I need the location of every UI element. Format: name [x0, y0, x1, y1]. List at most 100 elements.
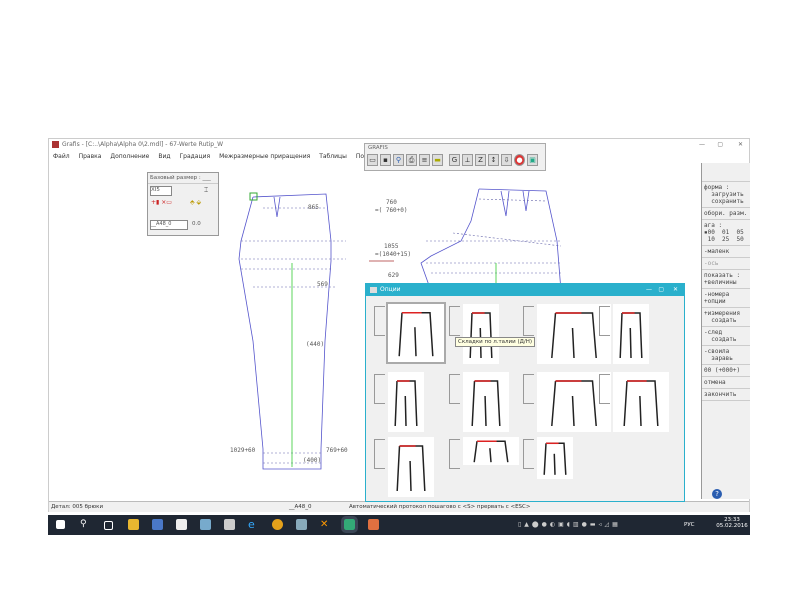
up-icon[interactable]: ⬘ ⬙	[190, 199, 201, 206]
trouser-option-icon	[473, 440, 509, 463]
dialog-close-button[interactable]: ✕	[673, 284, 678, 296]
option-side-marker	[523, 374, 534, 404]
dim-label: 865	[308, 204, 319, 211]
open-icon[interactable]: ▭	[367, 154, 378, 166]
option-side-marker	[599, 374, 610, 404]
tooltip: Складки по л.талии (Д/Н)	[455, 337, 536, 347]
grafis-toolbar: GRAFIS ▭ ▪ ⚲ ⎙ ≡ ▬ G ⟂ Z ↕ ⇩ ● ▣	[364, 143, 546, 171]
menu-grading[interactable]: Градация	[180, 151, 211, 162]
store-icon[interactable]	[176, 519, 187, 530]
edge-icon[interactable]: e	[248, 519, 259, 530]
grid-icon[interactable]: ≡	[419, 154, 430, 166]
word-icon[interactable]	[296, 519, 307, 530]
trouser-option-icon	[619, 312, 643, 359]
base-size-panel: Базовый размер : ___ XI5 ⌶ +▮ ×▭ ⬘ ⬙ __A…	[147, 172, 219, 236]
start-icon[interactable]	[56, 520, 65, 529]
dim-label: (440)	[306, 341, 324, 348]
option-side-marker	[599, 306, 610, 336]
field-input[interactable]: __A48_0	[150, 220, 188, 230]
explorer-icon[interactable]	[128, 519, 139, 530]
g-icon[interactable]: G	[449, 154, 460, 166]
option-thumbnail[interactable]	[463, 372, 509, 432]
panel-sizes[interactable]: обори. разм.	[702, 208, 750, 220]
option-thumbnail[interactable]	[463, 304, 499, 364]
option-side-marker	[374, 306, 385, 336]
cancel-button[interactable]: отмена	[702, 377, 750, 389]
option-thumbnail[interactable]	[386, 302, 446, 364]
trouser-option-icon	[398, 311, 434, 357]
trouser-option-icon	[396, 445, 426, 492]
finish-button[interactable]: закончить	[702, 389, 750, 401]
option-thumbnail[interactable]	[388, 372, 424, 432]
save-icon[interactable]: ▪	[380, 154, 391, 166]
dim-label: 569	[317, 281, 328, 288]
maximize-button[interactable]: ▢	[717, 139, 723, 151]
menu-view[interactable]: Вид	[158, 151, 170, 162]
status-detail: Детал: 005 брюки	[51, 504, 104, 510]
powerpoint-icon[interactable]	[368, 519, 379, 530]
tray-icons[interactable]: ▯▲⬤●◐▣◖▥●▬◃◿▦	[518, 521, 621, 528]
panel-offset: 00 (+000+)	[702, 365, 750, 377]
photos-icon[interactable]	[224, 519, 235, 530]
help-icon[interactable]: ?	[712, 489, 722, 499]
size-picker-icon[interactable]: ⌶	[204, 186, 208, 195]
size-field[interactable]: XI5	[150, 186, 172, 196]
stop-icon[interactable]: ●	[514, 154, 525, 166]
search-icon[interactable]: ⚲	[80, 519, 91, 530]
close-button[interactable]: ✕	[738, 139, 743, 151]
print-icon[interactable]: ⎙	[406, 154, 417, 166]
panel-numbers[interactable]: -номера +опции	[702, 289, 750, 308]
option-thumbnail[interactable]	[388, 437, 434, 497]
menu-tables[interactable]: Таблицы	[319, 151, 347, 162]
panel-show[interactable]: показать : +величины	[702, 270, 750, 289]
grafis-taskbar-icon[interactable]	[341, 516, 358, 533]
menu-addition[interactable]: Дополнение	[110, 151, 149, 162]
back-trouser-piece	[420, 188, 562, 292]
clock[interactable]: 23:33 05.02.2016	[716, 517, 748, 529]
status-bar: Детал: 005 брюки __A48_0 Автоматический …	[49, 501, 749, 512]
option-side-marker	[449, 439, 460, 469]
monitor-icon[interactable]: ▣	[527, 154, 538, 166]
media-icon[interactable]	[152, 519, 163, 530]
app-icon	[52, 141, 59, 148]
language-indicator[interactable]: РУС	[684, 522, 695, 528]
minimize-button[interactable]: —	[699, 139, 705, 151]
option-side-marker	[523, 439, 534, 469]
option-thumbnail[interactable]	[613, 304, 649, 364]
tool-icon[interactable]: ✕	[320, 519, 331, 530]
panel-title: Базовый размер : ___	[148, 173, 218, 184]
panel-form[interactable]: форма : загрузить сохранить	[702, 182, 750, 208]
measure-icon[interactable]: ⟂	[462, 154, 473, 166]
menu-increments[interactable]: Межразмерные приращения	[219, 151, 310, 162]
option-thumbnail[interactable]	[537, 437, 573, 479]
right-command-panel: форма : загрузить сохранить обори. разм.…	[701, 163, 750, 499]
panel-steps[interactable]: ага : ▪00 01 05 10 25 50	[702, 220, 750, 246]
z-icon[interactable]: Z	[475, 154, 486, 166]
mark-icon[interactable]: +▮ ×▭	[151, 199, 172, 206]
dim-label: 1055	[384, 243, 399, 250]
move-icon[interactable]: ↕	[488, 154, 499, 166]
menu-file[interactable]: Файл	[53, 151, 70, 162]
app-icon-2[interactable]	[200, 519, 211, 530]
dim-label: (400)	[303, 457, 321, 464]
ruler-icon[interactable]: ▬	[432, 154, 443, 166]
panel-props[interactable]: -своила заравь	[702, 346, 750, 365]
dialog-minimize-button[interactable]: —	[646, 284, 652, 296]
trouser-option-icon	[394, 380, 418, 427]
option-thumbnail[interactable]	[613, 372, 669, 432]
zoom-icon[interactable]: ⚲	[393, 154, 404, 166]
export-icon[interactable]: ⇩	[501, 154, 512, 166]
trouser-option-icon	[543, 442, 567, 475]
panel-axis[interactable]: -ось	[702, 258, 750, 270]
panel-trace[interactable]: -след создать	[702, 327, 750, 346]
panel-small[interactable]: -маленк	[702, 246, 750, 258]
dialog-maximize-button[interactable]: ▢	[658, 284, 664, 296]
front-trouser-piece	[238, 193, 332, 470]
menu-edit[interactable]: Правка	[79, 151, 102, 162]
chrome-icon[interactable]	[272, 519, 283, 530]
panel-measurements[interactable]: +измерения создать	[702, 308, 750, 327]
task-view-icon[interactable]	[104, 521, 113, 530]
status-field: __A48_0	[289, 504, 312, 510]
window-title: Grafis - [C:..\Alpha\Alpha 0\2.mdl] - 67…	[62, 141, 224, 148]
option-thumbnail[interactable]	[463, 437, 519, 465]
